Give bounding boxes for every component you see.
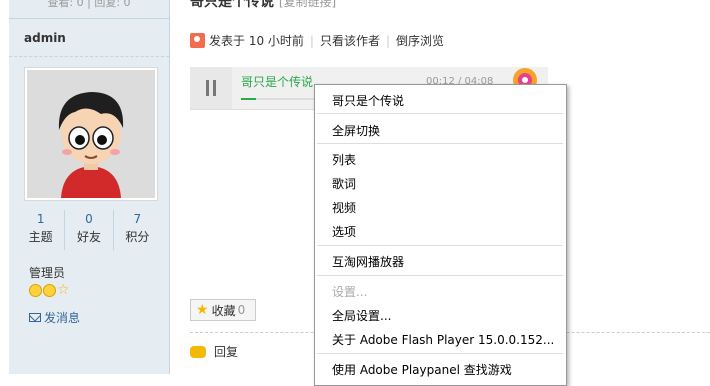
meta-separator: | [385,33,391,48]
flash-context-menu: 哥只是个传说 全屏切换 列表 歌词 视频 选项 互淘网播放器 设置... 全局设… [314,84,567,386]
stat-friends-label: 好友 [76,230,101,244]
stat-friends[interactable]: 0 好友 [65,210,114,250]
stat-points-label: 积分 [125,230,150,244]
send-message-link[interactable]: 发消息 [29,309,80,326]
ctx-separator [317,245,563,246]
stat-points-num[interactable]: 7 [114,210,161,228]
sidebar-divider [9,56,169,57]
avatar[interactable] [24,67,158,201]
ctx-item-playpanel[interactable]: 使用 Adobe Playpanel 查找游戏 [332,361,512,378]
avatar-image [27,70,155,198]
ctx-item-video[interactable]: 视频 [332,199,356,216]
progress-fill [241,98,256,100]
ctx-item-player[interactable]: 互淘网播放器 [332,253,404,270]
pause-button[interactable] [190,67,232,109]
reply-label: 回复 [214,345,239,359]
favorite-label: 收藏 [211,303,236,318]
post-meta: 发表于 10 小时前 | 只看该作者 | 倒序浏览 [190,32,444,49]
track-title: 哥只是个传说 [241,75,314,89]
reverse-order-link[interactable]: 倒序浏览 [396,32,444,49]
post-time: 发表于 10 小时前 [209,34,304,48]
poster-icon [190,33,205,48]
reply-icon [190,345,206,358]
star-icon: ★ [196,301,209,318]
ctx-item-about-flash[interactable]: 关于 Adobe Flash Player 15.0.0.152... [332,331,554,348]
author-stats: 1 主题 0 好友 7 积分 [17,210,161,250]
ctx-item-options[interactable]: 选项 [332,223,356,240]
thread-title-strip: 哥只是个传说 [复制链接] [190,0,336,10]
envelope-icon [29,313,41,322]
stat-threads[interactable]: 1 主题 [17,210,66,250]
ctx-separator [317,353,563,354]
ctx-separator [317,143,563,144]
ctx-item-list[interactable]: 列表 [332,151,356,168]
meta-separator: | [309,33,314,48]
smile-icon [43,284,56,297]
stat-friends-num[interactable]: 0 [65,210,112,228]
send-message-label: 发消息 [44,311,81,325]
star-icon: ☆ [57,282,70,298]
ctx-item-fullscreen[interactable]: 全屏切换 [332,122,380,139]
copy-link[interactable]: [复制链接] [279,0,336,9]
ctx-item-global-settings[interactable]: 全局设置... [332,307,391,324]
stat-points[interactable]: 7 积分 [114,210,161,250]
ctx-item-track[interactable]: 哥只是个传说 [332,92,404,109]
ctx-item-settings: 设置... [332,285,368,299]
rank-icons: ☆ [29,282,70,298]
author-role[interactable]: 管理员 [29,264,65,281]
ctx-separator [317,275,563,276]
ctx-separator [317,113,563,114]
only-author-link[interactable]: 只看该作者 [320,32,380,49]
thread-title: 哥只是个传说 [复制链接] [190,0,336,10]
pause-bar [206,80,209,96]
favorite-button[interactable]: ★ 收藏 0 [190,299,256,321]
ctx-item-lyrics[interactable]: 歌词 [332,175,356,192]
stat-threads-label: 主题 [28,230,53,244]
thread-stats-partial: 查看: 0 | 回复: 0 [9,0,169,19]
pause-bar [213,80,216,96]
stat-threads-num[interactable]: 1 [17,210,64,228]
author-sidebar: 查看: 0 | 回复: 0 admin 1 主题 0 好友 7 积分 管理员 ☆… [9,0,170,374]
reply-link[interactable]: 回复 [190,343,238,360]
favorite-count: 0 [237,303,246,317]
smile-icon [29,284,42,297]
author-username[interactable]: admin [24,31,66,45]
